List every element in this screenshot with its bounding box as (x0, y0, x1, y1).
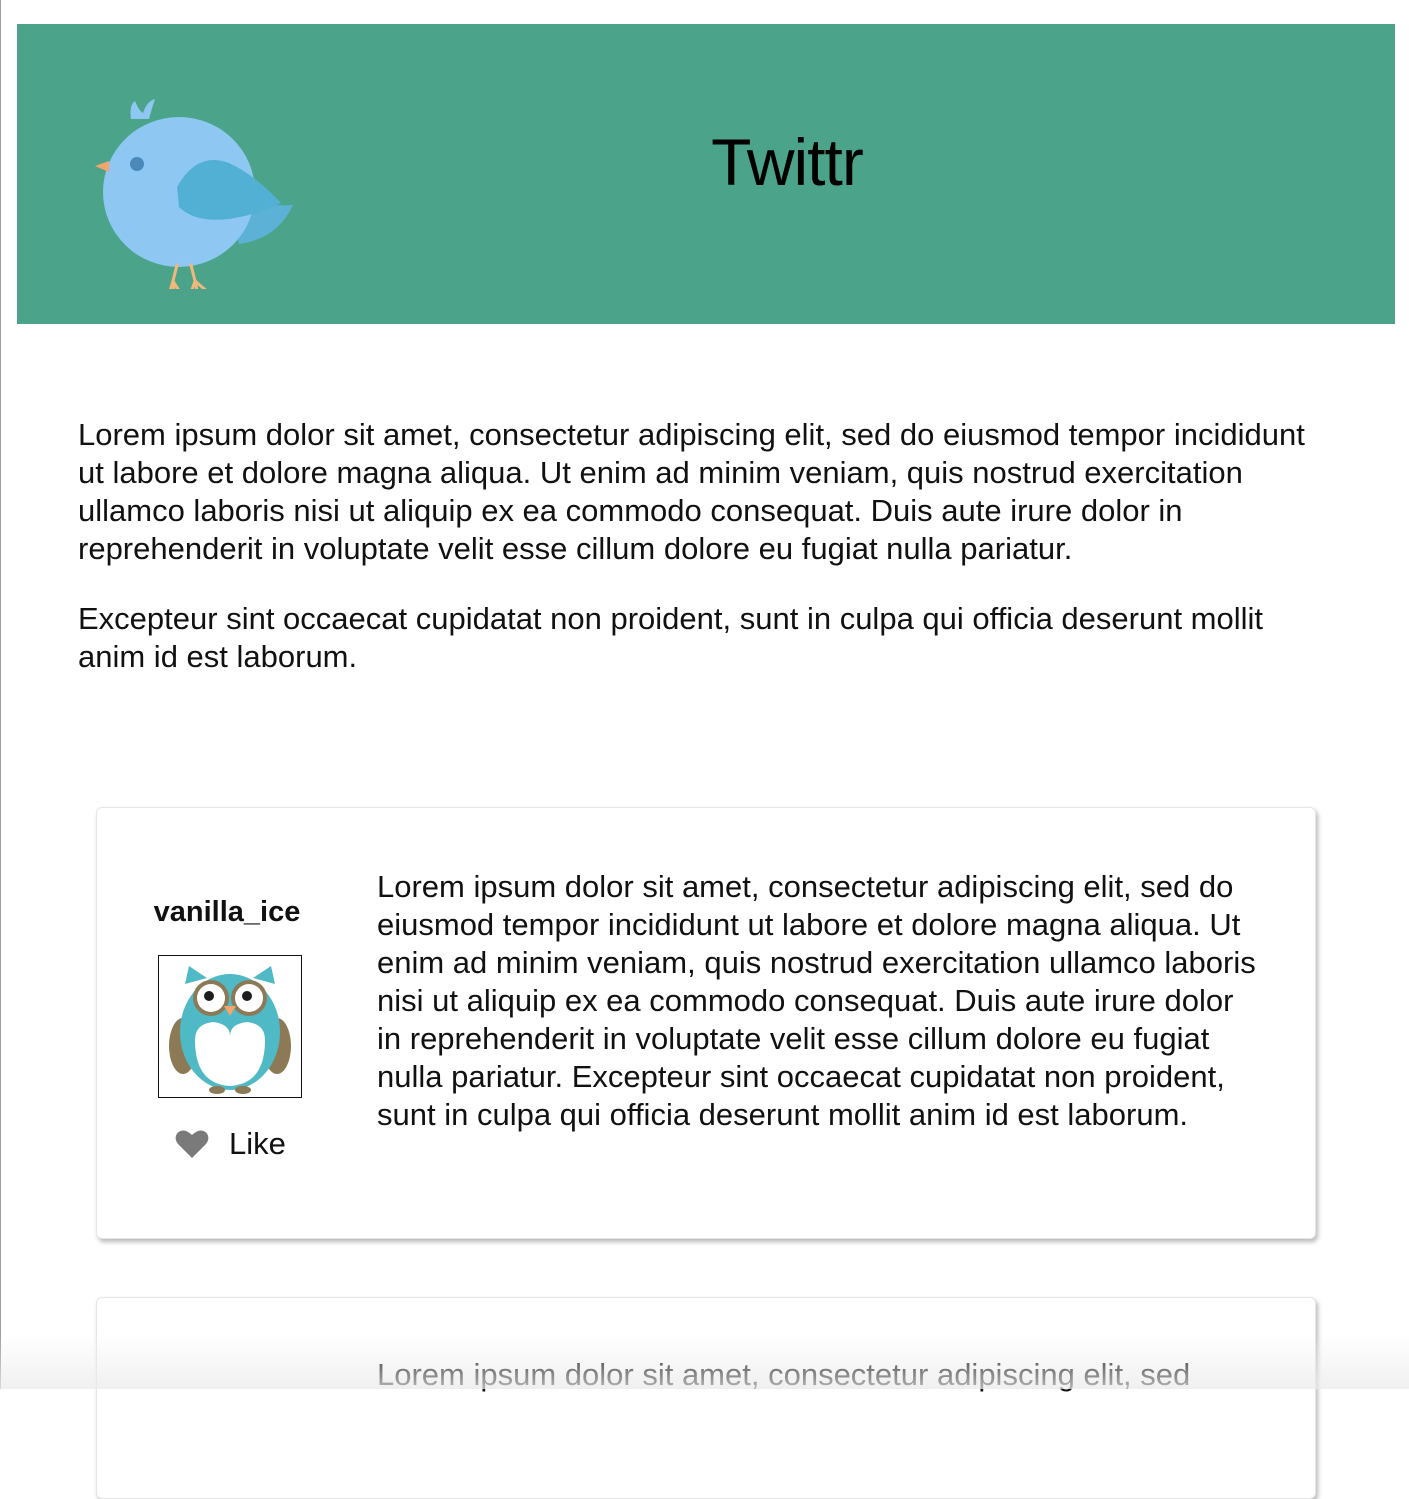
intro-paragraph: Excepteur sint occaecat cupidatat non pr… (78, 601, 1264, 674)
avatar[interactable] (158, 955, 302, 1098)
tweet-text: Lorem ipsum dolor sit amet, consectetur … (377, 869, 1256, 1132)
heart-icon (175, 1130, 209, 1158)
intro-paragraph: Lorem ipsum dolor sit amet, consectetur … (78, 417, 1305, 566)
site-title: Twittr (711, 125, 864, 199)
tweet-card: Lorem ipsum dolor sit amet, consectetur … (96, 1297, 1316, 1499)
tweet-text: Lorem ipsum dolor sit amet, consectetur … (377, 1357, 1191, 1392)
intro-section: Lorem ipsum dolor sit amet, consectetur … (78, 416, 1328, 708)
tweet-username[interactable]: vanilla_ice (137, 894, 317, 930)
site-header: Twittr (17, 24, 1395, 324)
tweet-card: vanilla_ice Like Lorem ipsum dolor sit a… (96, 807, 1316, 1239)
like-button[interactable]: Like (175, 1124, 286, 1164)
owl-avatar-icon (169, 966, 291, 1094)
window-left-border (0, 0, 1, 1389)
bird-icon (95, 99, 293, 289)
like-label: Like (229, 1126, 286, 1161)
